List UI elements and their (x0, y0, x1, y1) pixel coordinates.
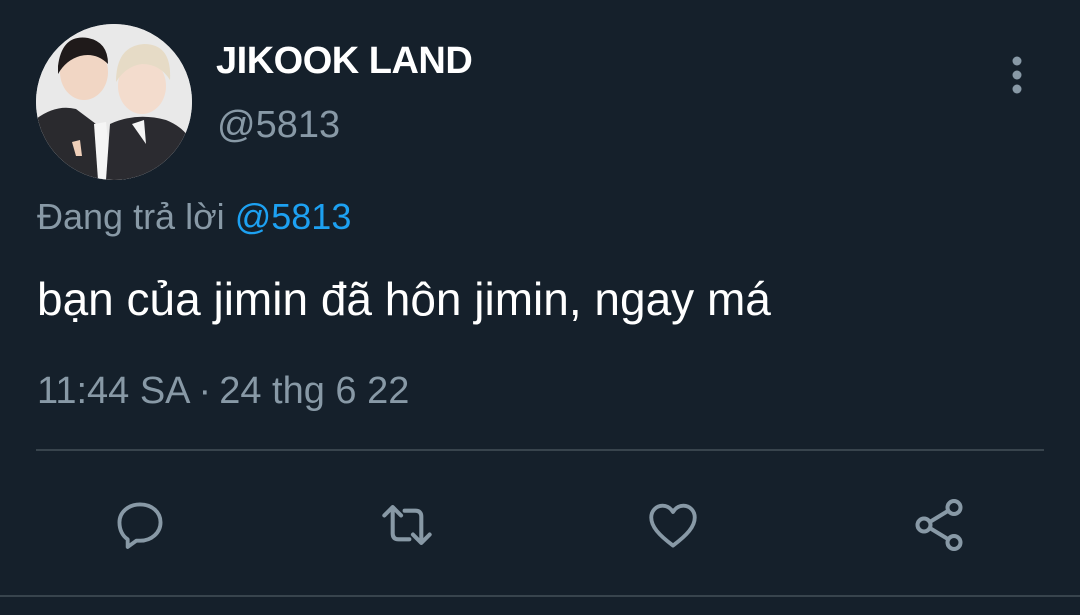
share-button[interactable] (904, 490, 974, 560)
avatar[interactable] (36, 24, 192, 180)
heart-icon (649, 503, 697, 548)
replying-to: Đang trả lời @5813 (37, 196, 351, 238)
tweet-time: 11:44 SA (37, 370, 191, 412)
reply-button[interactable] (105, 490, 175, 560)
avatar-image (36, 24, 192, 180)
action-bar (0, 480, 1080, 570)
replying-to-mention[interactable]: @5813 (235, 196, 352, 237)
divider-bottom (0, 595, 1080, 597)
tweet-detail: JIKOOK LAND @5813 Đang trả lời @5813 bạn… (0, 0, 1080, 615)
retweet-icon (382, 505, 432, 545)
meta-separator: · (198, 370, 212, 412)
comment-icon (117, 502, 163, 549)
retweet-button[interactable] (372, 490, 442, 560)
more-vertical-icon (1012, 56, 1022, 94)
share-icon (915, 499, 963, 551)
tweet-timestamp[interactable]: 11:44 SA · 24 thg 6 22 (37, 370, 409, 413)
display-name[interactable]: JIKOOK LAND (216, 40, 473, 83)
divider (36, 449, 1044, 451)
replying-to-label: Đang trả lời (37, 196, 225, 237)
user-handle[interactable]: @5813 (217, 104, 340, 147)
like-button[interactable] (638, 490, 708, 560)
tweet-text: bạn của jimin đã hôn jimin, ngay má (37, 273, 771, 325)
tweet-date: 24 thg 6 22 (219, 370, 410, 412)
more-options-button[interactable] (996, 52, 1038, 98)
